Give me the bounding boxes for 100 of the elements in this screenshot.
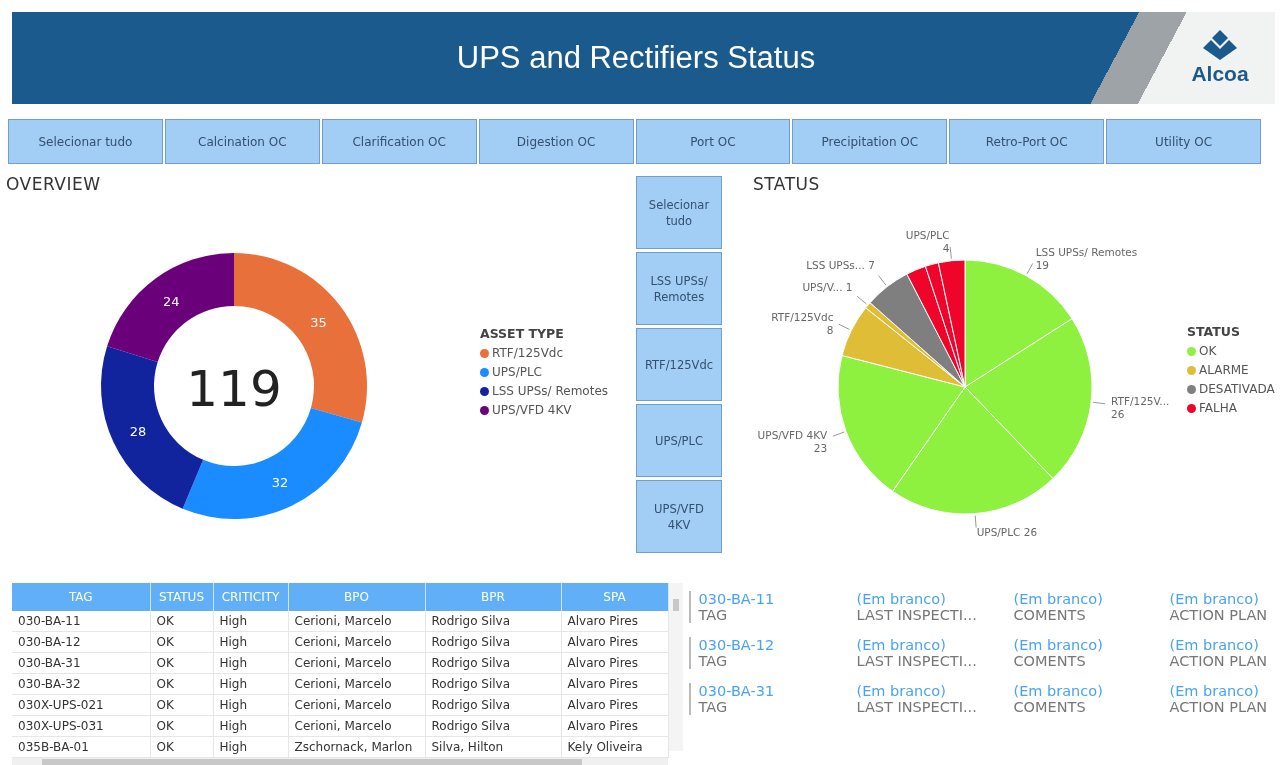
- field-value: 030-BA-31: [698, 683, 776, 699]
- slice-label: UPS/PLC 4: [905, 228, 950, 254]
- field-value: 030-BA-12: [698, 637, 776, 653]
- table-cell: 030X-UPS-021: [12, 694, 150, 716]
- field-value: (Em branco): [1013, 683, 1104, 699]
- table-cell: Rodrigo Silva: [425, 673, 561, 695]
- table-cell: Cerioni, Marcelo: [288, 715, 425, 737]
- field-value: (Em branco): [856, 637, 947, 653]
- table-cell: 030-BA-11: [12, 611, 150, 632]
- field-label: COMENTS: [1013, 607, 1087, 623]
- table-cell: High: [213, 673, 288, 695]
- table-cell: Rodrigo Silva: [425, 694, 561, 716]
- field-label: TAG: [698, 653, 729, 669]
- leader-line: [1092, 401, 1106, 405]
- table-cell: OK: [150, 652, 213, 674]
- area-filter-button[interactable]: Clarification OC: [321, 119, 477, 164]
- table-cell: OK: [150, 611, 213, 632]
- field-label: ACTION PLAN: [1169, 607, 1269, 623]
- field-label: LAST INSPECTI...: [856, 653, 978, 669]
- table-cell: Alvaro Pires: [561, 611, 668, 632]
- table-cell: Rodrigo Silva: [425, 631, 561, 653]
- leader-line: [1026, 262, 1034, 275]
- area-filter-button[interactable]: Port OC: [635, 119, 791, 164]
- table-cell: OK: [150, 715, 213, 737]
- area-filter-button[interactable]: Calcination OC: [164, 119, 320, 164]
- legend-label: DESATIVADA: [1199, 382, 1275, 396]
- leader-line: [949, 246, 952, 260]
- dashboard-title: UPS and Rectifiers Status: [455, 40, 817, 76]
- legend-label: UPS/PLC: [492, 365, 542, 379]
- table-cell: Rodrigo Silva: [425, 611, 561, 632]
- area-filter-button[interactable]: Selecionar tudo: [8, 119, 163, 164]
- table-cell: Alvaro Pires: [561, 652, 668, 674]
- field-label: TAG: [698, 607, 729, 623]
- asset-filter-button[interactable]: LSS UPSs/ Remotes: [636, 252, 722, 325]
- table-cell: Silva, Hilton: [425, 736, 561, 758]
- leader-line: [856, 295, 867, 305]
- area-filter-button[interactable]: Utility OC: [1106, 119, 1261, 164]
- table-cell: Rodrigo Silva: [425, 652, 561, 674]
- slice-value: 28: [129, 423, 147, 439]
- legend-title: ASSET TYPE: [480, 326, 565, 341]
- table-cell: 030-BA-32: [12, 673, 150, 695]
- field-value: (Em branco): [1169, 637, 1260, 653]
- table-cell: Alvaro Pires: [561, 673, 668, 695]
- section-title: OVERVIEW: [5, 174, 102, 196]
- leader-line: [838, 323, 850, 330]
- slice-label: RTF/125Vdc 8: [771, 310, 834, 336]
- horizontal-scrollbar[interactable]: [12, 758, 668, 765]
- field-value: (Em branco): [1169, 683, 1260, 699]
- table-cell: Rodrigo Silva: [425, 715, 561, 737]
- field-label: COMENTS: [1013, 653, 1087, 669]
- table-cell: High: [213, 736, 288, 758]
- slice-label: RTF/125V... 26: [1110, 394, 1170, 420]
- table-cell: Cerioni, Marcelo: [288, 611, 425, 632]
- leader-line: [878, 275, 887, 286]
- field-value: 030-BA-11: [698, 591, 776, 607]
- area-filter-button[interactable]: Precipitation OC: [792, 119, 948, 164]
- table-cell: 030X-UPS-031: [12, 715, 150, 737]
- field-label: LAST INSPECTI...: [856, 607, 978, 623]
- asset-filter-button[interactable]: UPS/VFD 4KV: [636, 480, 722, 553]
- slice-value: 32: [271, 474, 289, 490]
- slice-value: 35: [310, 315, 327, 331]
- table-cell: Cerioni, Marcelo: [288, 673, 425, 695]
- table-cell: Kely Oliveira: [561, 736, 668, 758]
- table-cell: Alvaro Pires: [561, 715, 668, 737]
- field-label: LAST INSPECTI...: [856, 699, 978, 715]
- table-cell: Cerioni, Marcelo: [288, 631, 425, 653]
- field-label: ACTION PLAN: [1169, 699, 1269, 715]
- table-cell: OK: [150, 673, 213, 695]
- slice-label: UPS/VFD 4KV 23: [757, 429, 828, 454]
- logo-diamond-icon: [1203, 30, 1237, 60]
- field-value: (Em branco): [856, 591, 947, 607]
- slice-value: 24: [162, 293, 180, 309]
- legend-label: ALARME: [1199, 363, 1249, 377]
- area-filter-button[interactable]: Digestion OC: [478, 119, 634, 164]
- table-cell: High: [213, 652, 288, 674]
- field-value: (Em branco): [1013, 591, 1104, 607]
- table-cell: Cerioni, Marcelo: [288, 694, 425, 716]
- total-count: 119: [186, 360, 282, 418]
- legend-label: FALHA: [1199, 401, 1237, 415]
- table-cell: High: [213, 611, 288, 632]
- table-cell: 035B-BA-01: [12, 736, 150, 758]
- field-label: TAG: [698, 699, 729, 715]
- table-cell: High: [213, 715, 288, 737]
- field-label: ACTION PLAN: [1169, 653, 1269, 669]
- field-value: (Em branco): [1013, 637, 1104, 653]
- area-filter-button[interactable]: Retro-Port OC: [949, 119, 1105, 164]
- legend-label: OK: [1199, 344, 1217, 358]
- table-cell: High: [213, 631, 288, 653]
- legend-title: STATUS: [1187, 324, 1241, 339]
- slice-label: UPS/V... 1: [802, 281, 853, 294]
- slice-label: UPS/PLC 26: [976, 525, 1038, 538]
- table-cell: OK: [150, 736, 213, 758]
- legend-label: LSS UPSs/ Remotes: [492, 384, 609, 398]
- leader-line: [832, 431, 845, 437]
- table-cell: Zschornack, Marlon: [288, 736, 425, 758]
- table-cell: Cerioni, Marcelo: [288, 652, 425, 674]
- asset-filter-button[interactable]: Selecionar tudo: [636, 176, 722, 249]
- asset-filter-button[interactable]: RTF/125Vdc: [636, 328, 722, 401]
- asset-filter-button[interactable]: UPS/PLC: [636, 404, 722, 477]
- slice-label: LSS UPSs... 7: [806, 259, 875, 272]
